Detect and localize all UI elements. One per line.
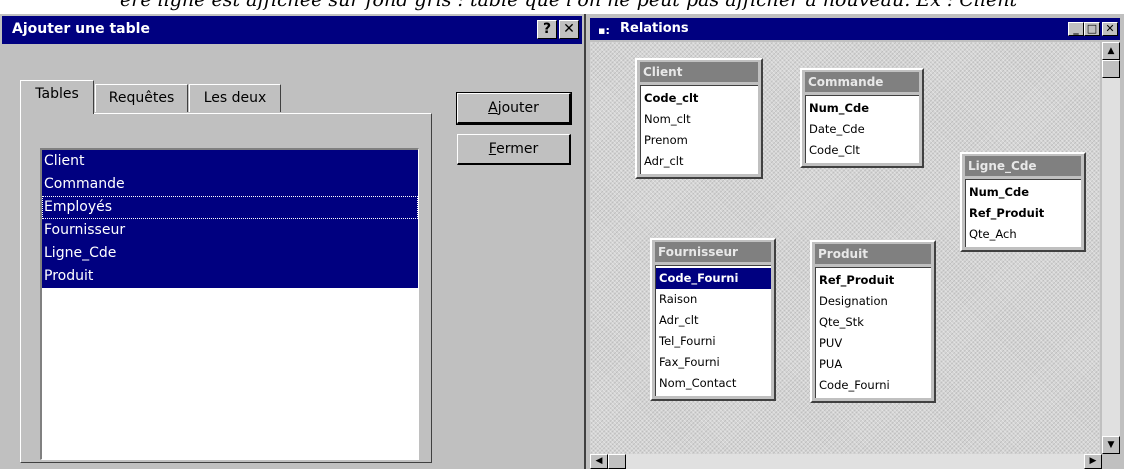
- scroll-left-icon[interactable]: ◀: [590, 454, 608, 469]
- field-item[interactable]: Code_clt: [641, 88, 758, 109]
- table-box-commande[interactable]: Commande Num_Cde Date_Cde Code_Clt: [800, 68, 924, 168]
- field-list: Num_Cde Date_Cde Code_Clt: [805, 95, 919, 163]
- table-box-fournisseur[interactable]: Fournisseur Code_Fourni Raison Adr_clt T…: [650, 238, 776, 401]
- table-box-client[interactable]: Client Code_clt Nom_clt Prenom Adr_clt: [635, 58, 763, 179]
- table-title[interactable]: Ligne_Cde: [965, 156, 1081, 176]
- field-item[interactable]: Nom_Contact: [656, 373, 771, 394]
- field-list: Code_clt Nom_clt Prenom Adr_clt: [640, 85, 758, 174]
- dialog-title: Ajouter une table: [12, 21, 150, 37]
- field-list: Code_Fourni Raison Adr_clt Tel_Fourni Fa…: [655, 265, 771, 396]
- list-item[interactable]: Client: [42, 150, 418, 173]
- tab-requetes[interactable]: Requêtes: [95, 84, 188, 112]
- relations-canvas[interactable]: Client Code_clt Nom_clt Prenom Adr_clt C…: [590, 42, 1100, 454]
- field-item-selected[interactable]: Code_Fourni: [656, 268, 771, 289]
- field-item[interactable]: Date_Cde: [806, 119, 919, 140]
- close-button[interactable]: Fermer: [457, 134, 571, 165]
- field-item[interactable]: Adr_clt: [656, 310, 771, 331]
- field-item[interactable]: Prenom: [641, 130, 758, 151]
- field-item[interactable]: Fax_Fourni: [656, 352, 771, 373]
- table-title[interactable]: Client: [640, 62, 758, 82]
- vertical-scrollbar[interactable]: ▲ ▼: [1102, 42, 1120, 454]
- table-title[interactable]: Commande: [805, 72, 919, 92]
- list-item[interactable]: Produit: [42, 265, 418, 288]
- table-title[interactable]: Produit: [815, 244, 931, 264]
- field-item[interactable]: Raison: [656, 289, 771, 310]
- list-item[interactable]: Commande: [42, 173, 418, 196]
- field-list: Ref_Produit Designation Qte_Stk PUV PUA …: [815, 267, 931, 398]
- add-table-dialog: Ajouter une table ? ✕ Tables Requêtes Le…: [0, 14, 586, 469]
- field-item[interactable]: Ref_Produit: [966, 203, 1081, 224]
- field-item[interactable]: Adr_clt: [641, 151, 758, 172]
- field-item[interactable]: Ref_Produit: [816, 270, 931, 291]
- scroll-thumb[interactable]: [608, 454, 626, 469]
- minimize-icon[interactable]: _: [1068, 22, 1084, 36]
- caption-text: ère ligne est affichée sur fond gris : t…: [120, 0, 1018, 11]
- field-item[interactable]: Num_Cde: [806, 98, 919, 119]
- field-item[interactable]: Qte_Ach: [966, 224, 1081, 245]
- scroll-right-icon[interactable]: ▶: [1084, 454, 1102, 469]
- add-mnemonic: A: [488, 100, 498, 116]
- add-button[interactable]: Ajouter: [456, 92, 572, 125]
- relations-window: ▪: Relations _ □ ✕ Client Code_clt Nom_c…: [586, 14, 1124, 469]
- table-list[interactable]: Client Commande Employés Fournisseur Lig…: [40, 148, 419, 460]
- horizontal-scrollbar[interactable]: ◀ ▶: [590, 454, 1102, 469]
- field-item[interactable]: Qte_Stk: [816, 312, 931, 333]
- scroll-down-icon[interactable]: ▼: [1102, 436, 1120, 454]
- relations-icon: ▪:: [598, 24, 610, 37]
- dialog-titlebar[interactable]: Ajouter une table ? ✕: [2, 16, 582, 44]
- tab-tables[interactable]: Tables: [20, 80, 94, 114]
- help-button[interactable]: ?: [537, 20, 557, 39]
- scroll-up-icon[interactable]: ▲: [1102, 42, 1120, 60]
- relations-title: Relations: [620, 21, 689, 36]
- close-icon[interactable]: ✕: [1102, 22, 1118, 36]
- field-item[interactable]: PUV: [816, 333, 931, 354]
- scroll-thumb[interactable]: [1102, 60, 1120, 78]
- list-item[interactable]: Employés: [42, 196, 418, 219]
- close-label: ermer: [496, 141, 539, 157]
- tab-les-deux[interactable]: Les deux: [189, 84, 281, 112]
- field-item[interactable]: Code_Clt: [806, 140, 919, 161]
- field-item[interactable]: PUA: [816, 354, 931, 375]
- close-mnemonic: F: [488, 141, 497, 157]
- field-item[interactable]: Code_Fourni: [816, 375, 931, 396]
- table-title[interactable]: Fournisseur: [655, 242, 771, 262]
- list-item[interactable]: Ligne_Cde: [42, 242, 418, 265]
- field-list: Num_Cde Ref_Produit Qte_Ach: [965, 179, 1081, 247]
- field-item[interactable]: Nom_clt: [641, 109, 758, 130]
- table-box-ligne-cde[interactable]: Ligne_Cde Num_Cde Ref_Produit Qte_Ach: [960, 152, 1086, 252]
- add-label: jouter: [497, 100, 539, 116]
- maximize-icon[interactable]: □: [1084, 22, 1100, 36]
- field-item[interactable]: Designation: [816, 291, 931, 312]
- top-caption: ère ligne est affichée sur fond gris : t…: [0, 0, 1124, 14]
- list-item[interactable]: Fournisseur: [42, 219, 418, 242]
- field-item[interactable]: Tel_Fourni: [656, 331, 771, 352]
- close-icon[interactable]: ✕: [559, 20, 579, 39]
- field-item[interactable]: Num_Cde: [966, 182, 1081, 203]
- relations-titlebar[interactable]: ▪: Relations _ □ ✕: [590, 18, 1120, 40]
- table-box-produit[interactable]: Produit Ref_Produit Designation Qte_Stk …: [810, 240, 936, 403]
